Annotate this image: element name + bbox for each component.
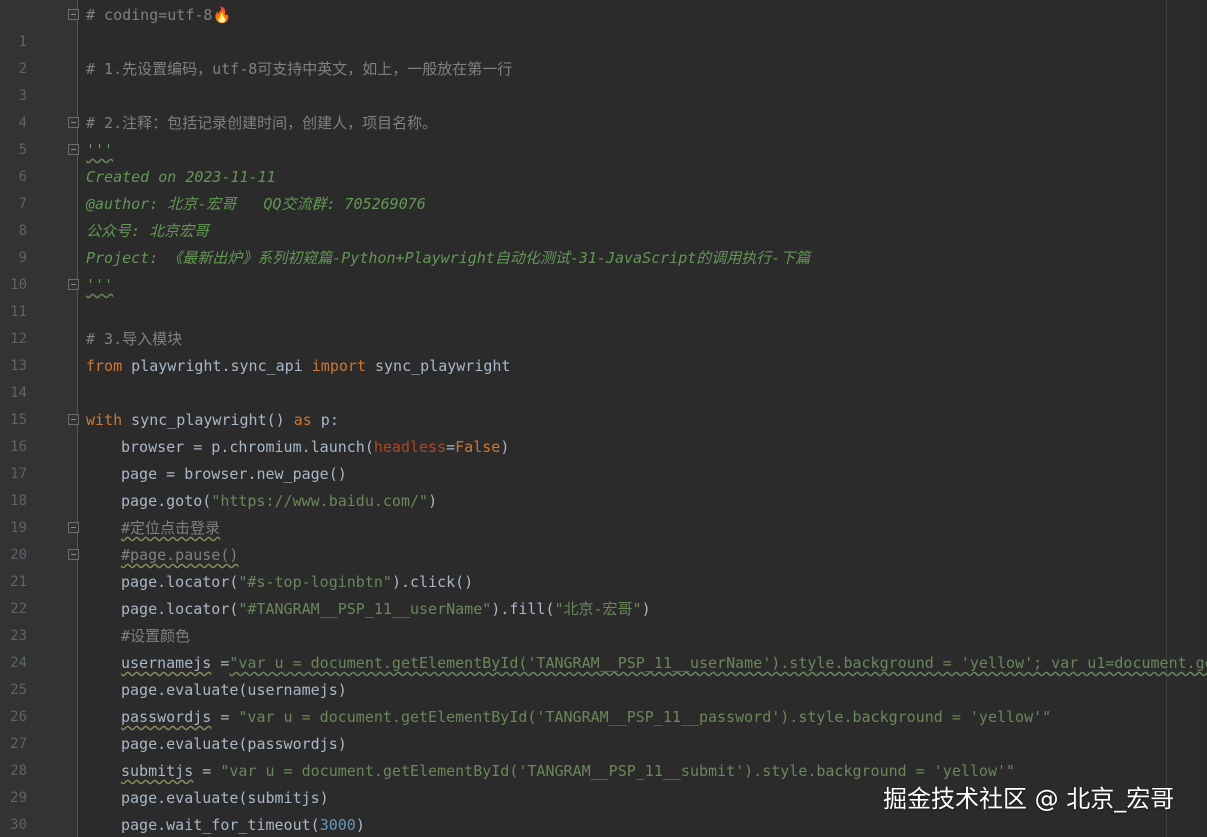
variable: submitjs <box>121 762 194 780</box>
fold-marker-icon[interactable] <box>68 549 79 560</box>
string: "https://www.baidu.com/" <box>211 492 429 510</box>
operator: = <box>211 708 239 726</box>
code-line[interactable]: 8 @author: 北京-宏哥 QQ交流群: 705269076 <box>0 191 1207 239</box>
keyword-as: as <box>293 411 312 429</box>
code-text: page.locator( <box>121 573 239 591</box>
code-text: ) <box>641 600 651 618</box>
variable: passwordjs <box>121 708 212 726</box>
fold-marker-icon[interactable] <box>68 279 79 290</box>
import-name: sync_playwright <box>365 357 511 375</box>
code-line[interactable]: 10 Project: 《最新出炉》系列初窥篇-Python+Playwrigh… <box>0 245 1207 293</box>
code-text: ).fill( <box>491 600 555 618</box>
code-line[interactable]: 2 <box>0 29 1207 77</box>
fold-marker-icon[interactable] <box>68 9 79 20</box>
code-text: page.evaluate(submitjs) <box>121 789 329 807</box>
code-line[interactable]: 20 #定位点击登录 <box>0 515 1207 563</box>
operator: = <box>193 762 221 780</box>
docstring: 公众号: 北京宏哥 <box>86 222 210 240</box>
comment: # coding=utf-8 <box>86 6 213 24</box>
docstring-quote: ''' <box>86 141 114 159</box>
code-text: ) <box>355 816 365 834</box>
comment: #page.pause() <box>121 546 239 564</box>
code-line[interactable]: 7 Created on 2023-11-11 <box>0 164 1207 212</box>
code-line[interactable]: 6 ''' <box>0 137 1207 185</box>
code-line[interactable]: 15 <box>0 380 1207 428</box>
docstring: Project: 《最新出炉》系列初窥篇-Python+Playwright自动… <box>86 249 811 267</box>
watermark: 掘金技术社区 @ 北京_宏哥 <box>883 785 1175 813</box>
code-line[interactable]: 17 browser = p.chromium.launch(headless=… <box>0 434 1207 482</box>
string: "var u = document.getElementById('TANGRA… <box>229 654 1207 672</box>
comment: # 2.注释：包括记录创建时间，创建人，项目名称。 <box>86 114 438 132</box>
code-line[interactable]: 12 <box>0 299 1207 347</box>
code-editor[interactable]: 1 # coding=utf-8🔥 2 3 # 1.先设置编码，utf-8可支持… <box>0 0 1207 837</box>
code-text: page.goto( <box>121 492 212 510</box>
code-line[interactable]: 11 ''' <box>0 272 1207 320</box>
keyword-from: from <box>86 357 123 375</box>
docstring-quote: ''' <box>86 276 114 294</box>
variable: usernamejs <box>121 654 212 672</box>
alias: p: <box>311 411 339 429</box>
operator: = <box>446 438 456 456</box>
string: "var u = document.getElementById('TANGRA… <box>220 762 1016 780</box>
string: "#TANGRAM__PSP_11__userName" <box>238 600 492 618</box>
operator: = <box>211 654 230 672</box>
code-line[interactable]: 1 # coding=utf-8🔥 <box>0 2 1207 50</box>
fold-marker-icon[interactable] <box>68 117 79 128</box>
code-line[interactable]: 26 page.evaluate(usernamejs) <box>0 677 1207 725</box>
comment: # 1.先设置编码，utf-8可支持中英文，如上，一般放在第一行 <box>86 60 513 78</box>
code-line[interactable]: 22 page.locator("#s-top-loginbtn").click… <box>0 569 1207 617</box>
code-text: page.evaluate(passwordjs) <box>121 735 347 753</box>
call: sync_playwright() <box>122 411 294 429</box>
code-line[interactable]: 21 #page.pause() <box>0 542 1207 590</box>
code-text: ) <box>500 438 510 456</box>
keyword-with: with <box>86 411 123 429</box>
code-text: page.evaluate(usernamejs) <box>121 681 347 699</box>
code-line[interactable]: 14 from playwright.sync_api import sync_… <box>0 353 1207 401</box>
fold-marker-icon[interactable] <box>68 414 79 425</box>
code-text: ).click() <box>391 573 474 591</box>
code-line[interactable]: 4 <box>0 83 1207 131</box>
code-text: browser = p.chromium.launch( <box>121 438 374 456</box>
code-line[interactable]: 5 # 2.注释：包括记录创建时间，创建人，项目名称。 <box>0 110 1207 158</box>
code-line[interactable]: 13 # 3.导入模块 <box>0 326 1207 374</box>
code-line[interactable]: 27 passwordjs = "var u = document.getEle… <box>0 704 1207 752</box>
code-line[interactable]: 9 公众号: 北京宏哥 <box>0 218 1207 266</box>
code-line[interactable]: 29 submitjs = "var u = document.getEleme… <box>0 758 1207 806</box>
docstring: @author: 北京-宏哥 QQ交流群: 705269076 <box>86 195 426 213</box>
code-text: page.locator( <box>121 600 239 618</box>
keyword-false: False <box>455 438 501 456</box>
code-line[interactable]: 19 page.goto("https://www.baidu.com/") <box>0 488 1207 536</box>
code-line[interactable]: 24 #设置颜色 <box>0 623 1207 671</box>
fold-marker-icon[interactable] <box>68 144 79 155</box>
code-text: page = browser.new_page() <box>121 465 347 483</box>
code-line[interactable]: 3 # 1.先设置编码，utf-8可支持中英文，如上，一般放在第一行 <box>0 56 1207 104</box>
code-line[interactable]: 31 page.wait_for_timeout(3000) <box>0 812 1207 837</box>
code-text: page.wait_for_timeout( <box>121 816 320 834</box>
string: "var u = document.getElementById('TANGRA… <box>238 708 1052 726</box>
module-name: playwright.sync_api <box>122 357 312 375</box>
comment: # 3.导入模块 <box>86 330 183 348</box>
code-line[interactable]: 18 page = browser.new_page() <box>0 461 1207 509</box>
param-name: headless <box>373 438 447 456</box>
flame-icon: 🔥 <box>212 6 232 24</box>
code-line[interactable]: 25 usernamejs ="var u = document.getElem… <box>0 650 1207 698</box>
code-line[interactable]: 16 with sync_playwright() as p: <box>0 407 1207 455</box>
comment: #定位点击登录 <box>121 519 221 537</box>
fold-marker-icon[interactable] <box>68 522 79 533</box>
comment: #设置颜色 <box>121 627 191 645</box>
string: "北京-宏哥" <box>554 600 642 618</box>
docstring: Created on 2023-11-11 <box>86 168 276 186</box>
keyword-import: import <box>311 357 366 375</box>
code-text: ) <box>428 492 438 510</box>
code-line[interactable]: 23 page.locator("#TANGRAM__PSP_11__userN… <box>0 596 1207 644</box>
number: 3000 <box>319 816 356 834</box>
code-line[interactable]: 28 page.evaluate(passwordjs) <box>0 731 1207 779</box>
string: "#s-top-loginbtn" <box>238 573 392 591</box>
